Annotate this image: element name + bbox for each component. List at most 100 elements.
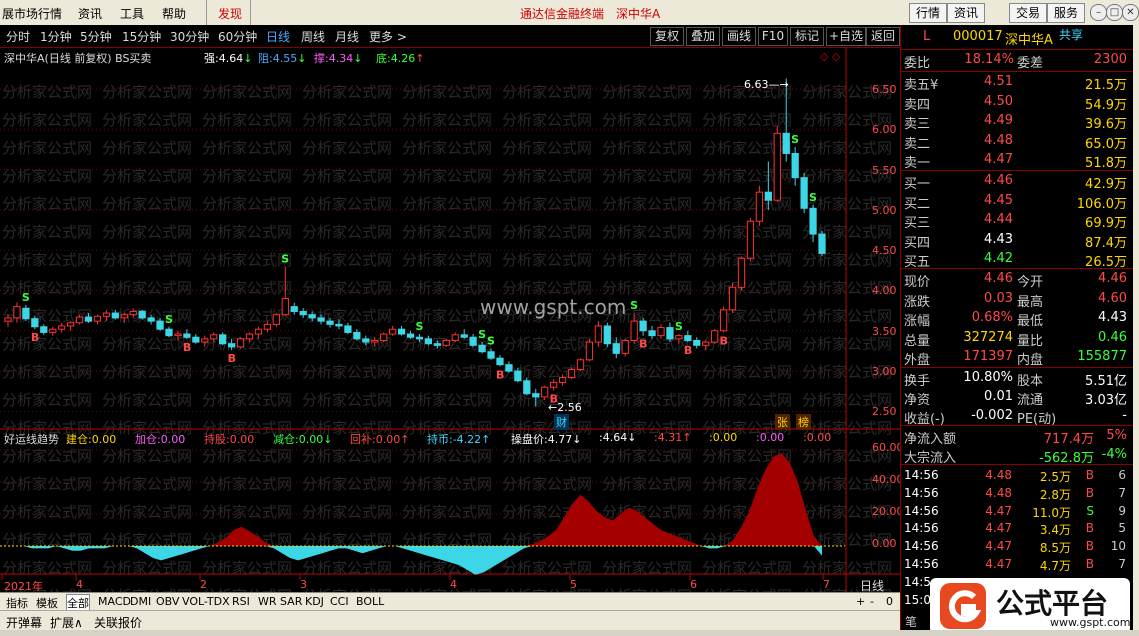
candle-body — [102, 312, 111, 317]
sell-level-row[interactable]: 卖五¥ 4.51 21.5万 — [901, 73, 1134, 93]
watermark-text: 分析家公式网 — [2, 279, 92, 297]
period-tab[interactable]: 分时 — [6, 28, 30, 45]
zoom-in-button[interactable]: + — [856, 595, 865, 608]
buy-level-row[interactable]: 买二 4.45 106.0万 — [901, 192, 1134, 212]
watermark-text: 分析家公式网 — [502, 195, 592, 213]
trade-button[interactable]: 交易 — [1009, 3, 1047, 23]
watermark-text: 分析家公式网 — [602, 83, 692, 101]
finance-marker[interactable]: 财 — [554, 414, 569, 430]
menu-market[interactable]: 展市场行情 — [2, 5, 62, 22]
sell-level-row[interactable]: 卖三 4.49 39.6万 — [901, 112, 1134, 132]
overlay-button[interactable]: 叠加 — [686, 27, 720, 46]
level-label: 买一 — [904, 177, 931, 192]
candle-body — [541, 386, 549, 398]
menu-help[interactable]: 帮助 — [162, 5, 186, 22]
period-tab-more[interactable]: 更多 > — [369, 28, 407, 45]
stock-title: 深中华A — [616, 7, 661, 21]
service-button[interactable]: 服务 — [1047, 3, 1085, 23]
buy-level-row[interactable]: 买三 4.44 69.9万 — [901, 211, 1134, 231]
sub-indicator-item: :4.64↓ — [599, 431, 637, 444]
indicator-tab[interactable]: KDJ — [305, 595, 324, 608]
menu-discover[interactable]: 发现 — [218, 5, 242, 22]
buy-level-row[interactable]: 买五 4.42 26.5万 — [901, 250, 1134, 270]
indicator-tab[interactable]: 指标 — [6, 595, 28, 611]
zoom-out-button[interactable]: - — [870, 595, 874, 608]
stat-cell: 4.46 — [984, 271, 1013, 286]
watermark-text: 分析家公式网 — [102, 223, 192, 241]
linked-quote-button[interactable]: 关联报价 — [94, 614, 142, 631]
tick-tab[interactable]: 笔 — [905, 613, 917, 630]
time-tick: 6 — [690, 578, 697, 591]
period-tab[interactable]: 周线 — [301, 28, 325, 45]
tick-time: 14:56 — [904, 468, 939, 482]
sell-level-row[interactable]: 卖四 4.50 54.9万 — [901, 93, 1134, 113]
buy-level-row[interactable]: 买一 4.46 42.9万 — [901, 172, 1134, 192]
indicator-tab[interactable]: WR — [258, 595, 277, 608]
indicator-tab[interactable]: SAR — [280, 595, 302, 608]
period-tab[interactable]: 30分钟 — [170, 28, 209, 45]
period-tab[interactable]: 5分钟 — [80, 28, 112, 45]
candle-body — [120, 314, 128, 319]
indicator-tab[interactable]: RSI — [232, 595, 250, 608]
indicator-tab[interactable]: 模板 — [36, 595, 58, 611]
watermark-text: 分析家公式网 — [502, 111, 592, 129]
news-button[interactable]: 资讯 — [947, 3, 985, 23]
quote-button[interactable]: 行情 — [909, 3, 947, 23]
indicator-tab[interactable]: MACD — [98, 595, 131, 608]
sell-level-row[interactable]: 卖二 4.48 65.0万 — [901, 132, 1134, 152]
close-icon[interactable]: ✕ — [1122, 4, 1139, 21]
period-tab[interactable]: 1分钟 — [40, 28, 72, 45]
indicator-tab[interactable]: CCI — [330, 595, 349, 608]
stat-cell: 0.01 — [984, 389, 1013, 404]
watermark-text: 分析家公式网 — [602, 475, 692, 493]
tick-price: 4.47 — [985, 557, 1012, 571]
stat-cell: 总量 — [904, 333, 931, 349]
level-label: 卖四 — [904, 97, 931, 113]
watermark-text: 分析家公式网 — [202, 111, 292, 129]
period-tab-selected[interactable]: 日线 — [266, 28, 290, 45]
watermark-text: 分析家公式网 — [102, 363, 192, 381]
chart-area[interactable]: 分析家公式网 分析家公式网 分析家公式网 分析家公式网 分析家公式网 分析家公式网 分析家公… — [0, 47, 904, 593]
candle-body — [711, 330, 719, 343]
indicator-tab[interactable]: BOLL — [356, 595, 384, 608]
watermark-text: 分析家公式网 — [2, 447, 92, 465]
mark-button[interactable]: 标记 — [790, 27, 824, 46]
fuquan-button[interactable]: 复权 — [650, 27, 684, 46]
barrage-toggle[interactable]: 开弹幕 — [6, 614, 42, 631]
period-tab[interactable]: 15分钟 — [122, 28, 161, 45]
tick-count: 5 — [1118, 521, 1126, 536]
candle-body — [129, 310, 137, 316]
reset-button[interactable]: 0 — [886, 595, 893, 608]
stat-cell: - — [1122, 408, 1127, 423]
diamond-icon[interactable]: ◇ ◇ — [820, 50, 840, 63]
rank-marker[interactable]: 榜 — [796, 414, 811, 430]
maximize-icon[interactable]: □ — [1106, 4, 1123, 21]
f10-button[interactable]: F10 — [758, 27, 788, 46]
candle-body — [630, 320, 638, 341]
candle-body — [210, 334, 218, 340]
menu-tools[interactable]: 工具 — [120, 5, 144, 22]
menu-news[interactable]: 资讯 — [78, 5, 102, 22]
level-volume: 21.5万 — [1085, 78, 1127, 93]
add-watchlist-button[interactable]: +自选 — [826, 27, 866, 46]
watermark-text: 分析家公式网 — [702, 307, 792, 325]
indicator-tab[interactable]: VOL-TDX — [182, 595, 230, 608]
indicator-tab[interactable]: OBV — [156, 595, 179, 608]
sell-signal: S — [675, 320, 683, 333]
level-price: 4.51 — [984, 74, 1013, 89]
minimize-icon[interactable]: – — [1090, 4, 1107, 21]
stat-cell: 内盘 — [1017, 353, 1044, 368]
period-tab[interactable]: 月线 — [335, 28, 359, 45]
limit-marker[interactable]: 张 — [775, 414, 790, 430]
draw-button[interactable]: 画线 — [722, 27, 756, 46]
indicator-tab[interactable]: DMI — [130, 595, 151, 608]
watermark-text: 分析家公式网 — [402, 139, 492, 157]
kline-chart[interactable]: 分析家公式网 分析家公式网 分析家公式网 分析家公式网 分析家公式网 分析家公式网 分析家公… — [0, 47, 900, 592]
period-tab[interactable]: 60分钟 — [218, 28, 257, 45]
sell-level-row[interactable]: 卖一 4.47 51.8万 — [901, 151, 1134, 171]
share-button[interactable]: 共享 — [1059, 26, 1083, 43]
expand-toggle[interactable]: 扩展∧ — [50, 614, 83, 631]
buy-level-row[interactable]: 买四 4.43 87.4万 — [901, 231, 1134, 251]
watermark-text: 分析家公式网 — [602, 111, 692, 129]
back-button[interactable]: 返回 — [866, 27, 900, 46]
